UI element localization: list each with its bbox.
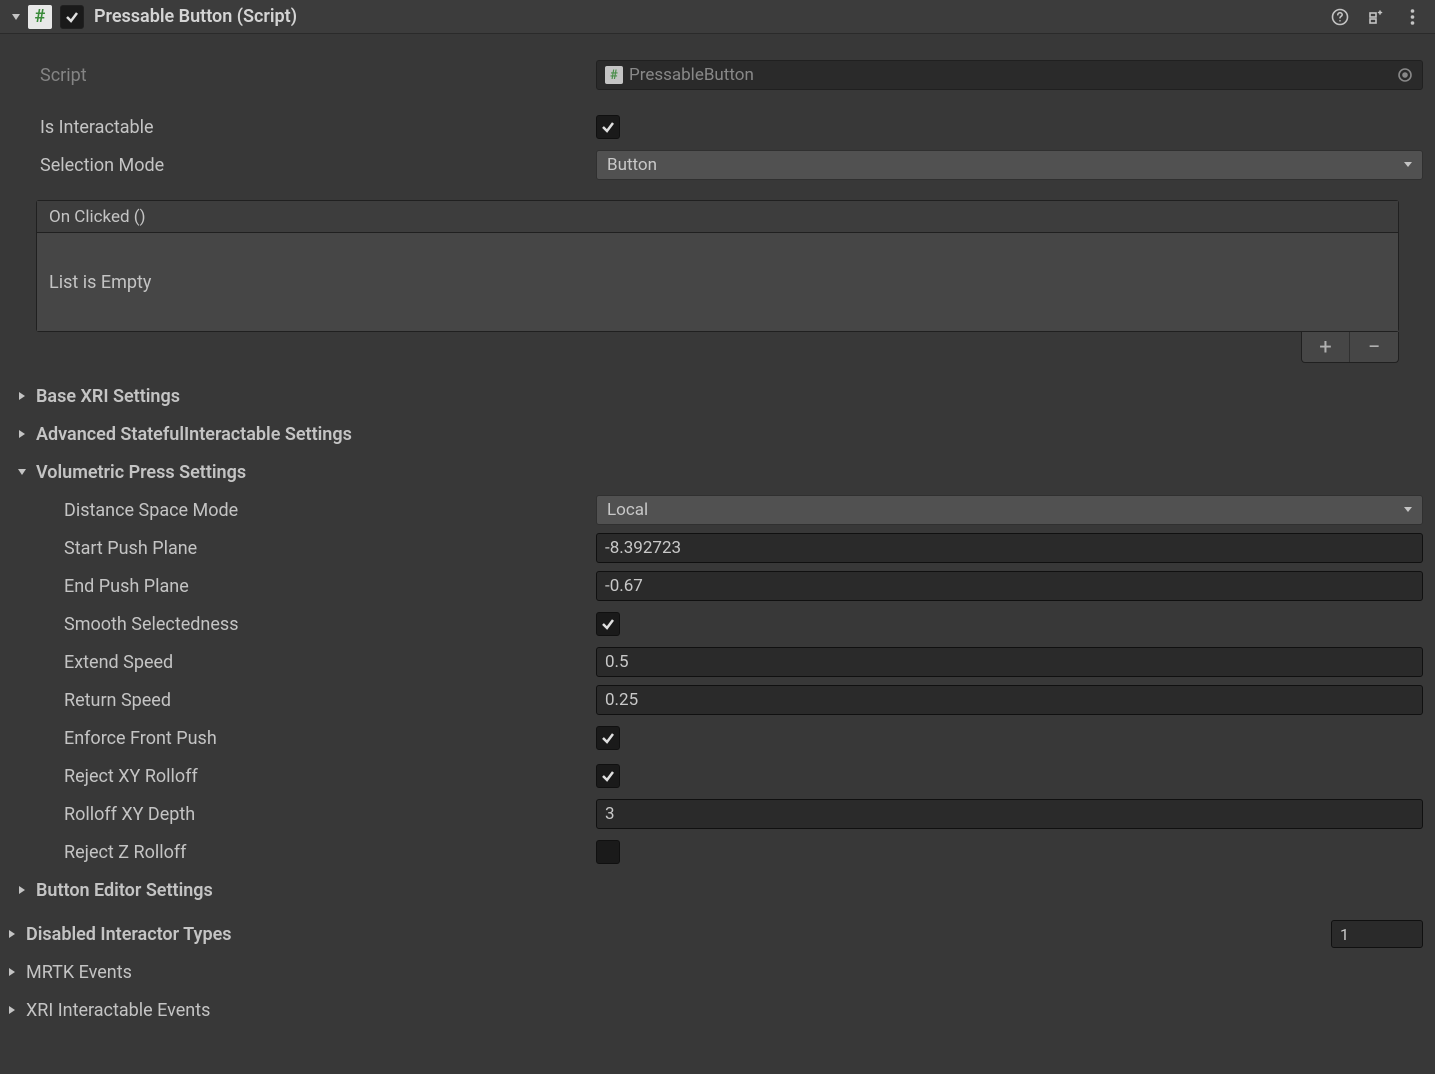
on-clicked-header: On Clicked () [37,201,1398,233]
menu-icon[interactable] [1401,6,1423,28]
volumetric-press-label: Volumetric Press Settings [36,462,246,483]
component-foldout-arrow[interactable] [8,9,24,25]
component-enable-checkbox[interactable] [60,5,84,29]
foldout-arrow-icon [4,964,20,980]
extend-speed-label: Extend Speed [64,652,596,673]
enforce-front-push-checkbox[interactable] [596,726,620,750]
end-push-plane-label: End Push Plane [64,576,596,597]
base-xri-label: Base XRI Settings [36,386,180,407]
event-add-button[interactable]: + [1302,332,1350,362]
event-remove-button[interactable]: − [1350,332,1398,362]
reject-xy-rolloff-row: Reject XY Rolloff [0,757,1435,795]
end-push-plane-input[interactable] [596,571,1423,601]
distance-space-mode-dropdown[interactable]: Local [596,495,1423,525]
script-row: Script # PressableButton [0,56,1435,94]
is-interactable-checkbox[interactable] [596,115,620,139]
help-icon[interactable] [1329,6,1351,28]
foldout-arrow-icon [14,426,30,442]
script-object-field[interactable]: # PressableButton [596,60,1423,90]
advanced-stateful-foldout[interactable]: Advanced StatefulInteractable Settings [0,415,1435,453]
rolloff-xy-depth-row: Rolloff XY Depth [0,795,1435,833]
distance-space-mode-row: Distance Space Mode Local [0,491,1435,529]
extend-speed-input[interactable] [596,647,1423,677]
disabled-interactor-label: Disabled Interactor Types [26,924,232,945]
smooth-selectedness-row: Smooth Selectedness [0,605,1435,643]
foldout-arrow-icon [4,1002,20,1018]
foldout-arrow-icon [14,882,30,898]
reject-z-rolloff-label: Reject Z Rolloff [64,842,596,863]
volumetric-press-foldout[interactable]: Volumetric Press Settings [0,453,1435,491]
advanced-stateful-label: Advanced StatefulInteractable Settings [36,424,352,445]
on-clicked-event: On Clicked () List is Empty [36,200,1399,332]
xri-events-foldout[interactable]: XRI Interactable Events [0,991,1435,1029]
selection-mode-dropdown[interactable]: Button [596,150,1423,180]
script-name: PressableButton [629,65,754,85]
xri-events-label: XRI Interactable Events [26,1000,210,1021]
event-footer: + − [36,332,1399,363]
enforce-front-push-row: Enforce Front Push [0,719,1435,757]
reject-z-rolloff-row: Reject Z Rolloff [0,833,1435,871]
disabled-interactor-foldout[interactable]: Disabled Interactor Types [0,915,1435,953]
rolloff-xy-depth-input[interactable] [596,799,1423,829]
object-picker-icon[interactable] [1396,66,1414,84]
preset-icon[interactable] [1365,6,1387,28]
reject-xy-rolloff-label: Reject XY Rolloff [64,766,596,787]
distance-space-mode-value: Local [607,500,648,520]
rolloff-xy-depth-label: Rolloff XY Depth [64,804,596,825]
start-push-plane-label: Start Push Plane [64,538,596,559]
selection-mode-label: Selection Mode [40,155,596,176]
dropdown-arrow-icon [1402,155,1414,175]
distance-space-mode-label: Distance Space Mode [64,500,596,521]
foldout-arrow-icon [14,388,30,404]
script-label: Script [40,65,596,86]
smooth-selectedness-label: Smooth Selectedness [64,614,596,635]
mrtk-events-label: MRTK Events [26,962,132,983]
button-editor-label: Button Editor Settings [36,880,213,901]
start-push-plane-row: Start Push Plane [0,529,1435,567]
is-interactable-row: Is Interactable [0,108,1435,146]
dropdown-arrow-icon [1402,500,1414,520]
selection-mode-row: Selection Mode Button [0,146,1435,184]
foldout-arrow-icon [14,464,30,480]
mrtk-events-foldout[interactable]: MRTK Events [0,953,1435,991]
return-speed-input[interactable] [596,685,1423,715]
reject-z-rolloff-checkbox[interactable] [596,840,620,864]
selection-mode-value: Button [607,155,657,175]
component-header: # Pressable Button (Script) [0,0,1435,34]
return-speed-row: Return Speed [0,681,1435,719]
foldout-arrow-icon [4,926,20,942]
on-clicked-body: List is Empty [37,233,1398,331]
base-xri-foldout[interactable]: Base XRI Settings [0,377,1435,415]
is-interactable-label: Is Interactable [40,117,596,138]
end-push-plane-row: End Push Plane [0,567,1435,605]
extend-speed-row: Extend Speed [0,643,1435,681]
smooth-selectedness-checkbox[interactable] [596,612,620,636]
start-push-plane-input[interactable] [596,533,1423,563]
script-component-icon: # [28,5,52,29]
return-speed-label: Return Speed [64,690,596,711]
component-title: Pressable Button (Script) [94,6,1329,27]
script-hash-icon: # [605,66,623,84]
reject-xy-rolloff-checkbox[interactable] [596,764,620,788]
disabled-interactor-count[interactable] [1331,920,1423,948]
enforce-front-push-label: Enforce Front Push [64,728,596,749]
button-editor-foldout[interactable]: Button Editor Settings [0,871,1435,909]
